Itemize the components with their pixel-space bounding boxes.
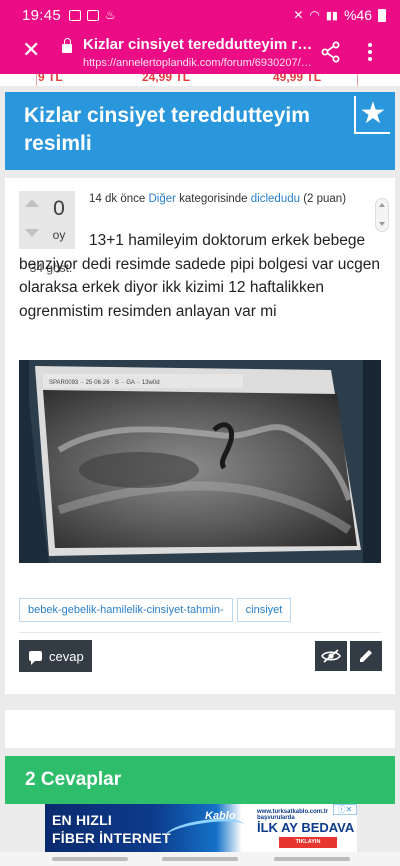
meta-user-link[interactable]: dicledudu — [251, 193, 300, 205]
question-title: Kizlar cinsiyet tereddutteyim resimli — [24, 104, 310, 155]
reply-label: cevap — [49, 648, 84, 664]
more-vert-icon[interactable] — [360, 41, 380, 63]
close-icon[interactable]: ✕ — [22, 40, 40, 62]
ad-headline: İLK AY BEDAVA — [257, 820, 355, 835]
meta-time: 14 dk önce — [89, 193, 146, 205]
vote-count: 0 — [53, 197, 65, 220]
vote-up-icon[interactable] — [25, 199, 39, 207]
ad-line-2: FİBER İNTERNET — [52, 830, 171, 846]
promo-price-2: 24,99 TL — [142, 74, 191, 84]
svg-text:SPAR0093 ·· 25·06·26 · S ·· GA: SPAR0093 ·· 25·06·26 · S ·· GA ·· 13w0d — [49, 380, 160, 386]
edit-button[interactable] — [350, 641, 382, 671]
status-bar: 19:45 ♨ ✕ ◠ ▮▮ %46 — [0, 0, 400, 30]
hide-button[interactable] — [315, 641, 347, 671]
question-meta: 14 dk önce Diğer kategorisinde dicledudu… — [89, 193, 379, 205]
status-time: 19:45 — [22, 6, 62, 24]
ultrasound-image[interactable]: SPAR0093 ·· 25·06·26 · S ·· GA ·· 13w0d — [19, 360, 381, 563]
share-icon[interactable] — [320, 41, 342, 63]
comment-icon — [29, 651, 42, 665]
calendar-icon — [69, 9, 82, 21]
gallery-icon — [87, 9, 100, 21]
status-right: ✕ ◠ ▮▮ %46 — [293, 7, 386, 23]
ad-brand-logo: Kablo — [205, 810, 236, 822]
nav-home[interactable] — [162, 857, 238, 861]
tag-item[interactable]: bebek-gebelik-hamilelik-cinsiyet-tahmin- — [19, 598, 233, 622]
battery-icon — [378, 8, 386, 22]
mute-icon: ✕ — [293, 8, 304, 22]
divider — [19, 632, 381, 633]
ad-choices-icon[interactable]: ⓘ✕ — [333, 804, 357, 815]
promo-price-3: 49,99 TL — [273, 74, 322, 84]
lock-icon — [62, 38, 72, 53]
ad-banner[interactable]: EN HIZLI FİBER İNTERNET Kablo www.turksa… — [45, 804, 357, 852]
promo-price-1: 9 TL — [38, 74, 63, 84]
meta-category-link[interactable]: Diğer — [148, 193, 175, 205]
meta-points: (2 puan) — [303, 193, 347, 205]
page-tab-title: Kizlar cinsiyet tereddutteyim resi… — [83, 36, 315, 53]
scroll-arrows-icon[interactable] — [375, 198, 389, 232]
wifi-icon: ◠ — [309, 8, 320, 22]
browser-toolbar: ✕ Kizlar cinsiyet tereddutteyim resi… ht… — [0, 30, 400, 74]
ad-line-1: EN HIZLI — [52, 812, 112, 828]
eye-off-icon — [321, 649, 341, 663]
fire-icon: ♨ — [105, 8, 116, 22]
question-title-box: Kizlar cinsiyet tereddutteyim resimli ★ — [5, 92, 395, 170]
signal-icon: ▮▮ — [325, 9, 338, 22]
screen: 19:45 ♨ ✕ ◠ ▮▮ %46 ✕ Kizlar cinsiyet ter… — [0, 0, 400, 866]
nav-recents[interactable] — [52, 857, 128, 861]
meta-category-suffix: kategorisinde — [179, 193, 248, 205]
answers-header: 2 Cevaplar — [5, 756, 395, 804]
tag-list: bebek-gebelik-hamilelik-cinsiyet-tahmin-… — [19, 598, 292, 622]
system-nav-bar — [0, 852, 400, 866]
star-icon[interactable]: ★ — [354, 96, 390, 134]
promo-strip[interactable]: 9 TL 24,99 TL 49,99 TL — [0, 74, 400, 86]
battery-percent: %46 — [343, 7, 372, 23]
reply-button[interactable]: cevap — [19, 640, 92, 672]
notification-icons: ♨ — [69, 8, 116, 22]
answers-title: 2 Cevaplar — [25, 769, 122, 790]
empty-panel — [5, 710, 395, 748]
tag-item[interactable]: cinsiyet — [236, 598, 292, 622]
pencil-icon — [360, 650, 372, 662]
ad-cta-button[interactable]: TIKLAYIN — [279, 837, 337, 848]
address-bar-url[interactable]: https://annelertoplandik.com/forum/69302… — [83, 57, 315, 69]
question-body: 13+1 hamileyim doktorum erkek bebege ben… — [19, 232, 381, 320]
question-card: 0 oy 34 göst. 14 dk önce Diğer kategoris… — [5, 178, 395, 694]
nav-back[interactable] — [274, 857, 350, 861]
